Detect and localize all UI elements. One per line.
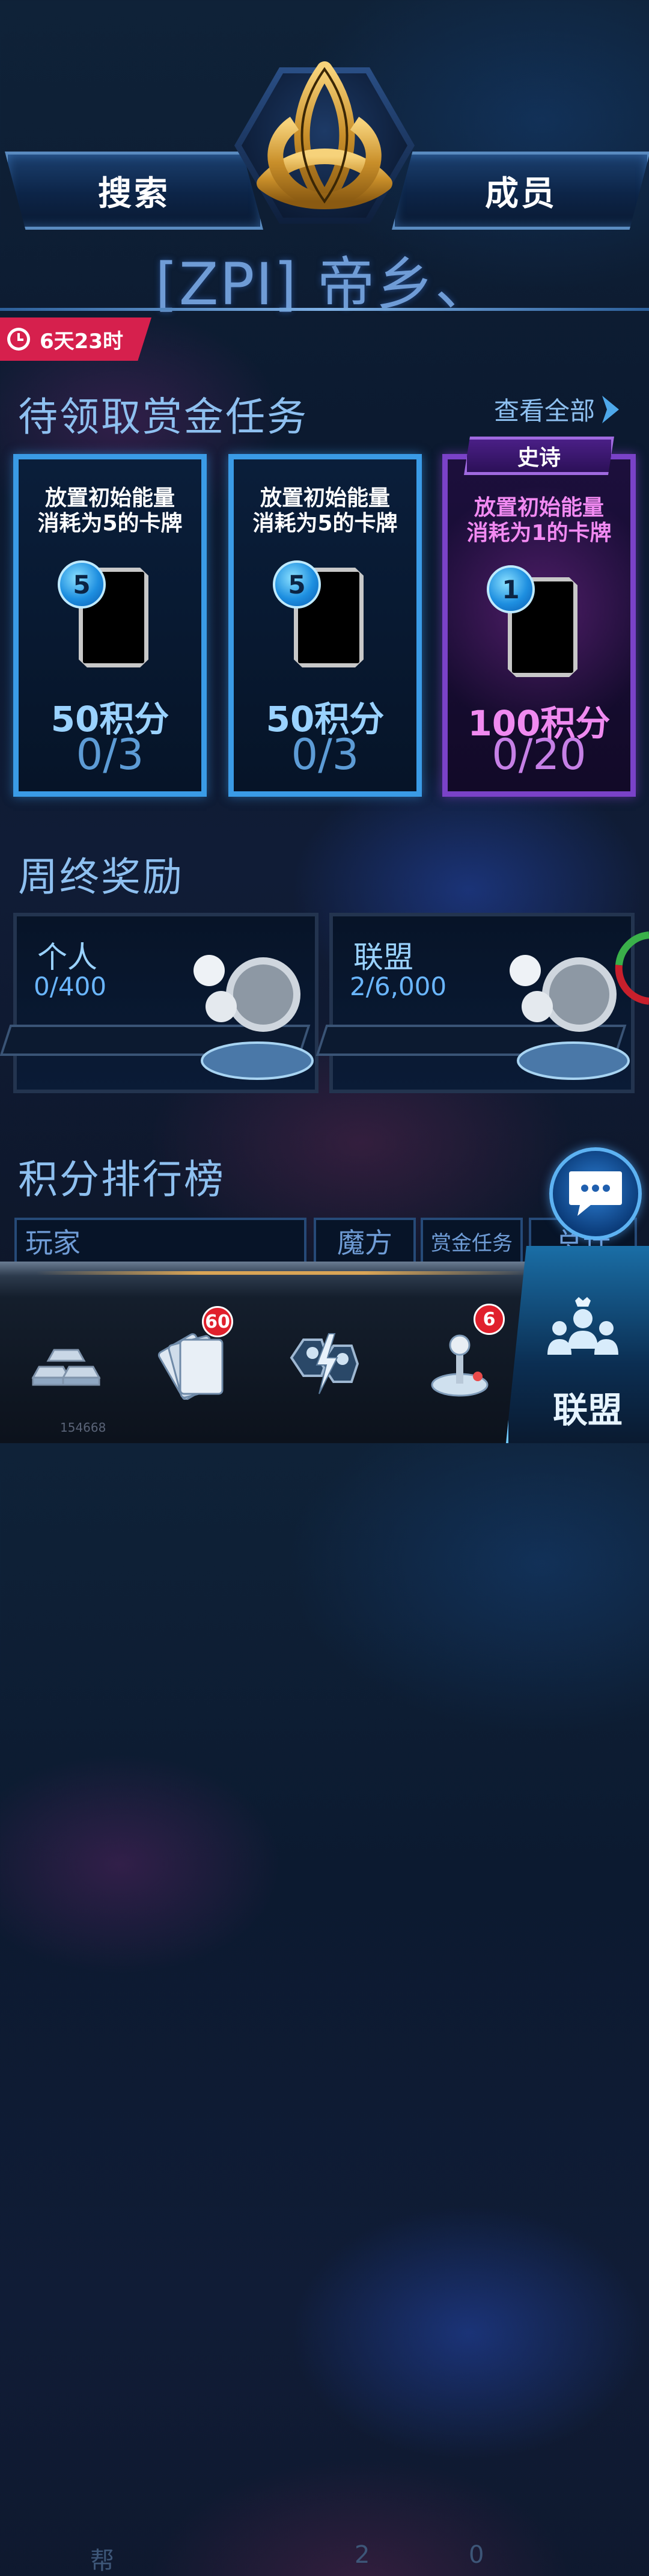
column-bounty[interactable]: 赏金任务 <box>421 1218 523 1265</box>
alliance-emblem-icon[interactable] <box>240 57 409 219</box>
leaderboard-row-value: 0 <box>469 2541 484 2569</box>
energy-cost-badge: 5 <box>58 560 106 609</box>
personal-label: 个人 <box>37 940 97 975</box>
chat-bubble-icon <box>569 1171 622 1216</box>
alliance-reward-card[interactable]: 联盟 2/6,000 <box>315 913 635 1093</box>
versus-icon <box>290 1333 359 1394</box>
personal-reward-card[interactable]: 个人 0/400 <box>0 913 318 1093</box>
search-button[interactable]: 搜索 <box>5 152 263 230</box>
weekly-section-title: 周终奖励 <box>18 854 184 900</box>
alliance-group-icon <box>547 1297 618 1355</box>
nav-shop[interactable] <box>18 1298 120 1430</box>
nav-alliance[interactable] <box>529 1286 637 1376</box>
bounty-desc: 放置初始能量 消耗为1的卡牌 <box>466 495 612 545</box>
alliance-reward-label: 联盟 <box>353 940 413 975</box>
nav-gold-trim <box>36 1271 529 1275</box>
joystick-icon <box>431 1334 489 1397</box>
bounty-progress: 0/20 <box>492 730 587 779</box>
nav-alliance-label: 联盟 <box>553 1390 623 1431</box>
bounty-progress: 0/3 <box>291 730 359 779</box>
play-badge: 6 <box>474 1304 505 1335</box>
build-id: 154668 <box>60 1420 106 1435</box>
partial-ring-icon <box>615 931 649 1005</box>
bounty-desc: 放置初始能量 消耗为5的卡牌 <box>37 486 183 536</box>
column-cube[interactable]: 魔方 <box>314 1218 416 1265</box>
bottom-nav: 帮 2 0 60 6 联盟 <box>0 1246 649 2575</box>
personal-value: 0/400 <box>34 972 107 1001</box>
epic-tag: 史诗 <box>464 437 614 475</box>
leaderboard-row-partial: 帮 <box>90 2547 114 2575</box>
bounty-card-1[interactable]: 放置初始能量 消耗为5的卡牌 5 50积分 0/3 <box>13 454 207 797</box>
chat-button[interactable] <box>549 1147 642 1240</box>
nav-cards[interactable]: 60 <box>138 1298 246 1430</box>
timer-text: 6天23时 <box>40 329 123 354</box>
view-all-label: 查看全部 <box>494 396 596 426</box>
bounty-desc: 放置初始能量 消耗为5的卡牌 <box>252 486 398 536</box>
reward-orb-icon <box>193 955 314 1080</box>
title-divider <box>0 308 649 311</box>
cards-badge: 60 <box>202 1306 233 1337</box>
energy-cost-badge: 1 <box>487 565 535 613</box>
leaderboard-row-value: 2 <box>355 2541 370 2569</box>
nav-battle[interactable] <box>264 1298 385 1430</box>
chevron-right-icon <box>602 395 620 423</box>
bounty-progress: 0/3 <box>76 730 144 779</box>
bounty-section-title: 待领取赏金任务 <box>18 394 308 440</box>
column-player[interactable]: 玩家 <box>14 1218 306 1265</box>
members-label: 成员 <box>485 174 557 213</box>
alliance-reward-value: 2/6,000 <box>350 972 447 1001</box>
season-timer: 6天23时 <box>0 317 151 361</box>
bounty-card-2[interactable]: 放置初始能量 消耗为5的卡牌 5 50积分 0/3 <box>228 454 422 797</box>
silver-bars-icon <box>31 1349 101 1386</box>
members-button[interactable]: 成员 <box>392 152 649 230</box>
energy-cost-badge: 5 <box>273 560 321 609</box>
view-all-link[interactable]: 查看全部 <box>494 391 620 428</box>
bounty-card-3[interactable]: 放置初始能量 消耗为1的卡牌 1 100积分 0/20 <box>442 454 636 797</box>
clock-icon <box>7 328 30 351</box>
card-packs-icon <box>157 1333 224 1400</box>
nav-play[interactable]: 6 <box>409 1298 511 1430</box>
leaderboard-section-title: 积分排行榜 <box>18 1156 225 1203</box>
search-label: 搜索 <box>98 174 170 213</box>
